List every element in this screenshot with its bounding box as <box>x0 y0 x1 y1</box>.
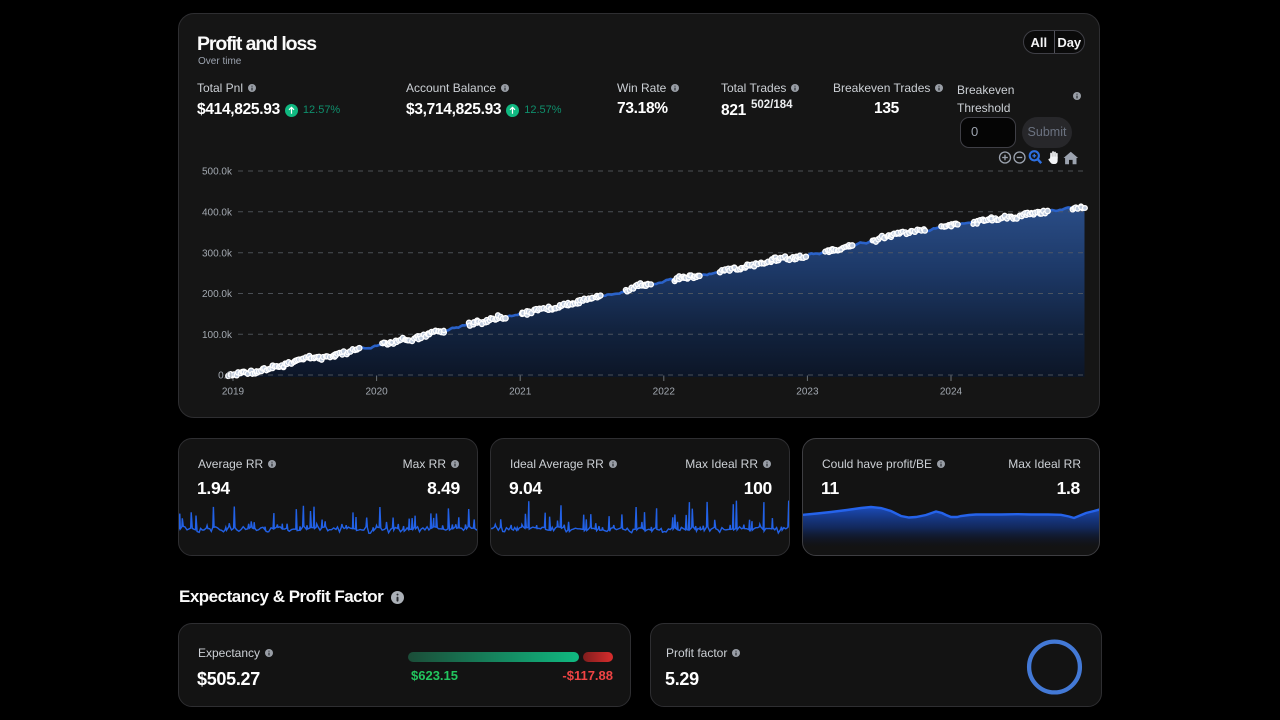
svg-text:200.0k: 200.0k <box>202 289 233 300</box>
svg-text:300.0k: 300.0k <box>202 248 233 259</box>
svg-text:400.0k: 400.0k <box>202 207 233 218</box>
svg-text:2020: 2020 <box>365 387 388 398</box>
svg-text:2019: 2019 <box>222 387 245 398</box>
svg-text:500.0k: 500.0k <box>202 167 233 178</box>
svg-text:2021: 2021 <box>509 387 532 398</box>
svg-text:100.0k: 100.0k <box>202 330 233 341</box>
svg-text:2023: 2023 <box>796 387 819 398</box>
svg-text:0.0: 0.0 <box>218 371 232 382</box>
svg-text:2024: 2024 <box>940 387 963 398</box>
svg-text:2022: 2022 <box>653 387 676 398</box>
